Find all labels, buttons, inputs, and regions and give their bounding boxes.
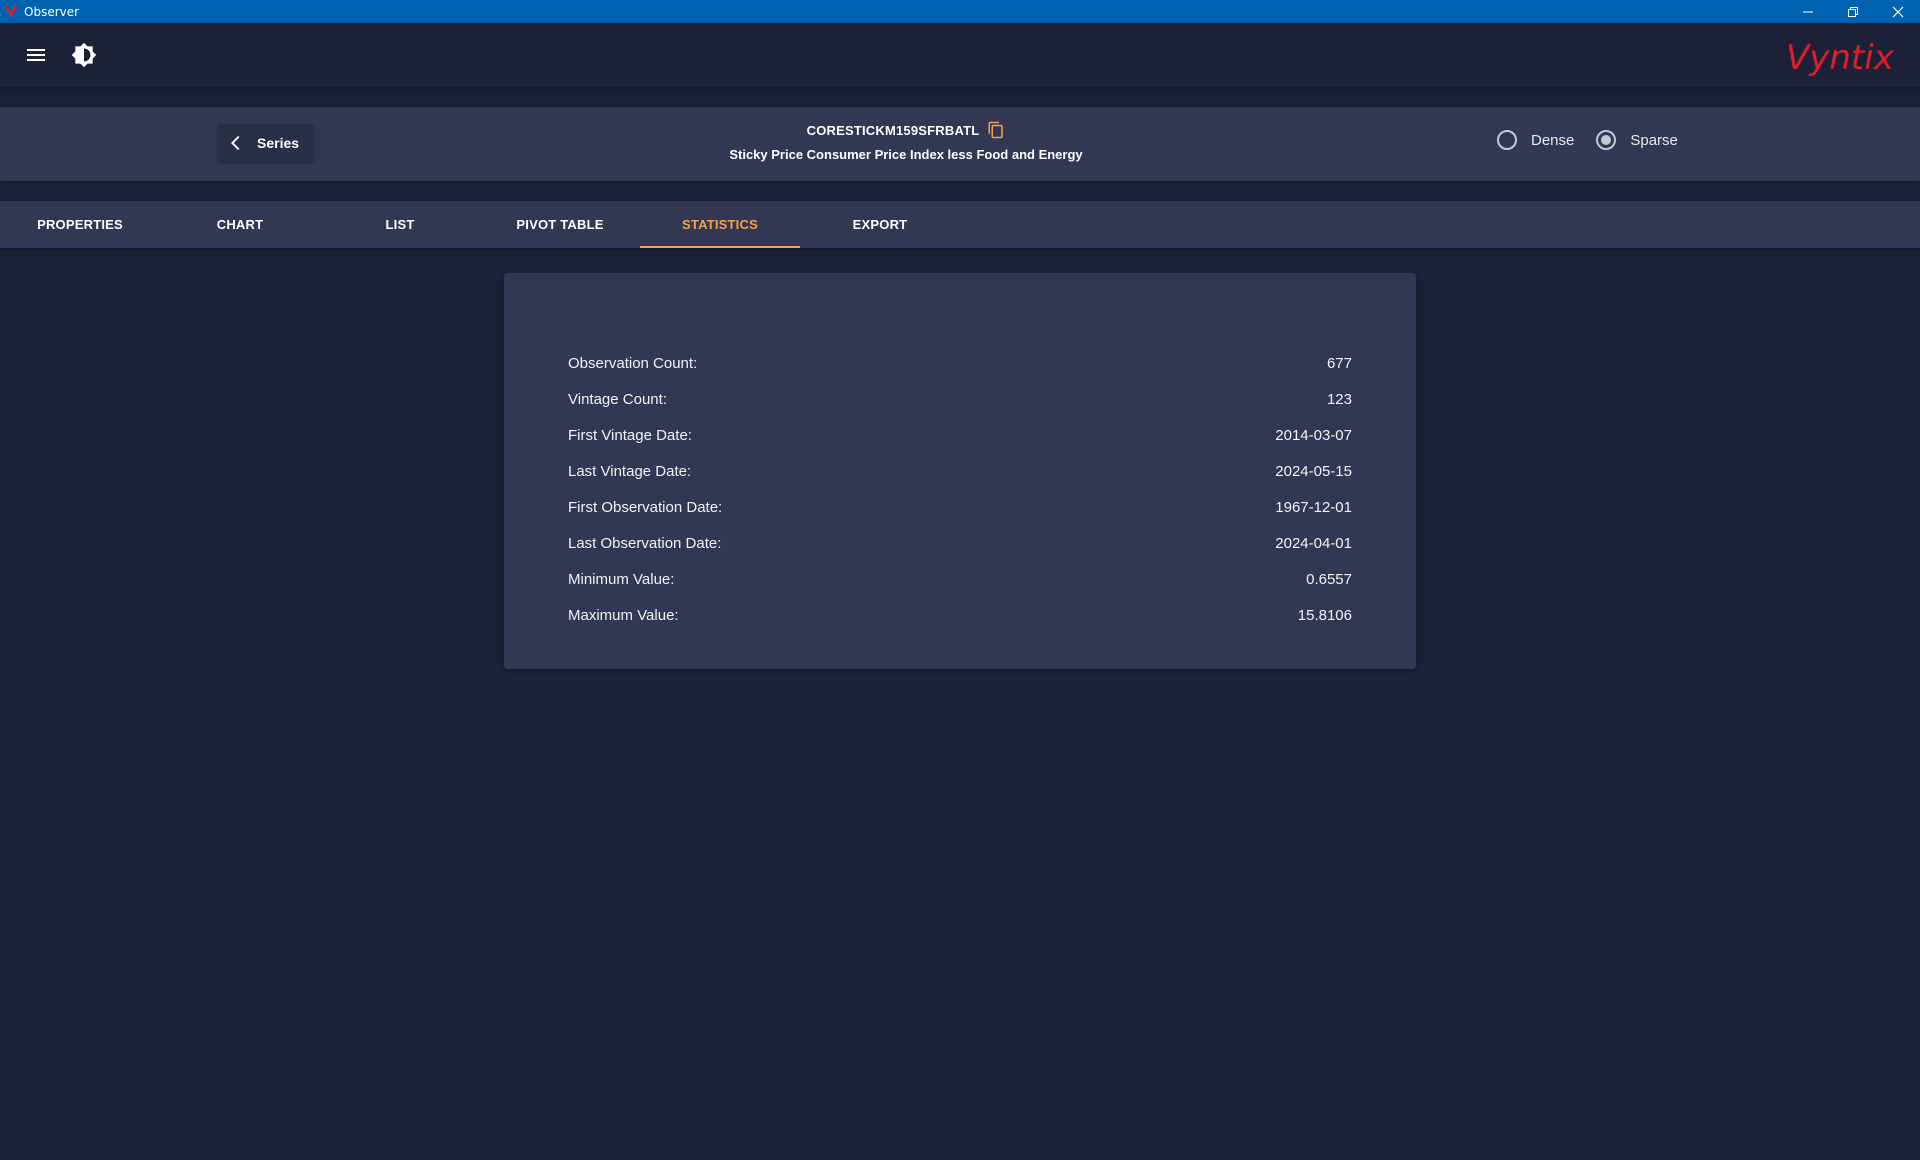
stat-label: Last Observation Date: — [568, 534, 722, 552]
stat-row: Maximum Value: 15.8106 — [568, 597, 1352, 633]
menu-button[interactable] — [24, 43, 48, 67]
brightness-icon — [71, 42, 97, 68]
radio-checked-icon — [1596, 130, 1617, 150]
stat-row: Minimum Value: 0.6557 — [568, 561, 1352, 597]
series-id: CORESTICKM159SFRBATL — [806, 122, 980, 138]
stat-value: 2014-03-07 — [1275, 426, 1352, 444]
svg-text:Vyntix: Vyntix — [1786, 38, 1895, 77]
app-header: Vyntix — [0, 23, 1920, 87]
stat-row: Last Observation Date: 2024-04-01 — [568, 525, 1352, 561]
tab-pivot-table[interactable]: PIVOT TABLE — [480, 201, 640, 248]
tab-bar: PROPERTIES CHART LIST PIVOT TABLE STATIS… — [0, 201, 1920, 248]
stat-label: Vintage Count: — [568, 390, 667, 408]
restore-button[interactable] — [1830, 0, 1875, 23]
stat-label: First Vintage Date: — [568, 426, 692, 444]
stat-value: 1967-12-01 — [1275, 498, 1352, 516]
stat-value: 2024-05-15 — [1275, 462, 1352, 480]
close-button[interactable] — [1875, 0, 1920, 23]
stat-row: First Observation Date: 1967-12-01 — [568, 489, 1352, 525]
stat-label: Maximum Value: — [568, 606, 679, 624]
radio-unchecked-icon — [1497, 130, 1517, 150]
stat-row: Observation Count: 677 — [568, 345, 1352, 381]
tab-chart[interactable]: CHART — [160, 201, 320, 248]
copy-icon[interactable] — [987, 121, 1005, 139]
tab-list[interactable]: LIST — [320, 201, 480, 248]
window-controls — [1785, 0, 1920, 23]
window-title: Observer — [24, 4, 80, 19]
back-button-label: Series — [257, 135, 300, 151]
brand-logo: Vyntix — [1786, 37, 1916, 78]
stat-value: 2024-04-01 — [1275, 534, 1352, 552]
hamburger-menu-icon — [27, 49, 45, 61]
back-to-series-button[interactable]: Series — [218, 124, 314, 162]
stat-label: Observation Count: — [568, 354, 698, 372]
series-info: CORESTICKM159SFRBATL Sticky Price Consum… — [700, 120, 1112, 162]
minimize-icon — [1802, 11, 1813, 12]
radio-dense[interactable]: Dense — [1497, 130, 1574, 150]
tab-export[interactable]: EXPORT — [800, 201, 960, 248]
series-header: Series CORESTICKM159SFRBATL Sticky Price… — [0, 107, 1920, 181]
stat-value: 0.6557 — [1306, 570, 1352, 588]
stat-label: First Observation Date: — [568, 498, 723, 516]
stat-value: 123 — [1326, 390, 1352, 408]
stat-label: Minimum Value: — [568, 570, 675, 588]
stat-value: 677 — [1326, 354, 1352, 372]
stat-row: Last Vintage Date: 2024-05-15 — [568, 453, 1352, 489]
stat-label: Last Vintage Date: — [568, 462, 692, 480]
window-titlebar: Observer — [0, 0, 1920, 23]
series-description: Sticky Price Consumer Price Index less F… — [729, 147, 1083, 162]
radio-dense-label: Dense — [1531, 131, 1575, 149]
chevron-left-icon — [231, 135, 240, 151]
tab-properties[interactable]: PROPERTIES — [0, 201, 160, 248]
stat-row: Vintage Count: 123 — [568, 381, 1352, 417]
stat-row: First Vintage Date: 2014-03-07 — [568, 417, 1352, 453]
density-radio-group: Dense Sparse — [1497, 130, 1700, 150]
close-icon — [1892, 6, 1903, 17]
radio-sparse-label: Sparse — [1630, 131, 1678, 149]
radio-sparse[interactable]: Sparse — [1596, 130, 1678, 150]
app-logo-icon — [3, 4, 19, 20]
minimize-button[interactable] — [1785, 0, 1830, 23]
restore-icon — [1847, 6, 1858, 17]
statistics-card: Observation Count: 677 Vintage Count: 12… — [504, 273, 1416, 669]
theme-toggle-button[interactable] — [71, 42, 97, 68]
tab-statistics[interactable]: STATISTICS — [640, 201, 800, 248]
stat-value: 15.8106 — [1297, 606, 1352, 624]
